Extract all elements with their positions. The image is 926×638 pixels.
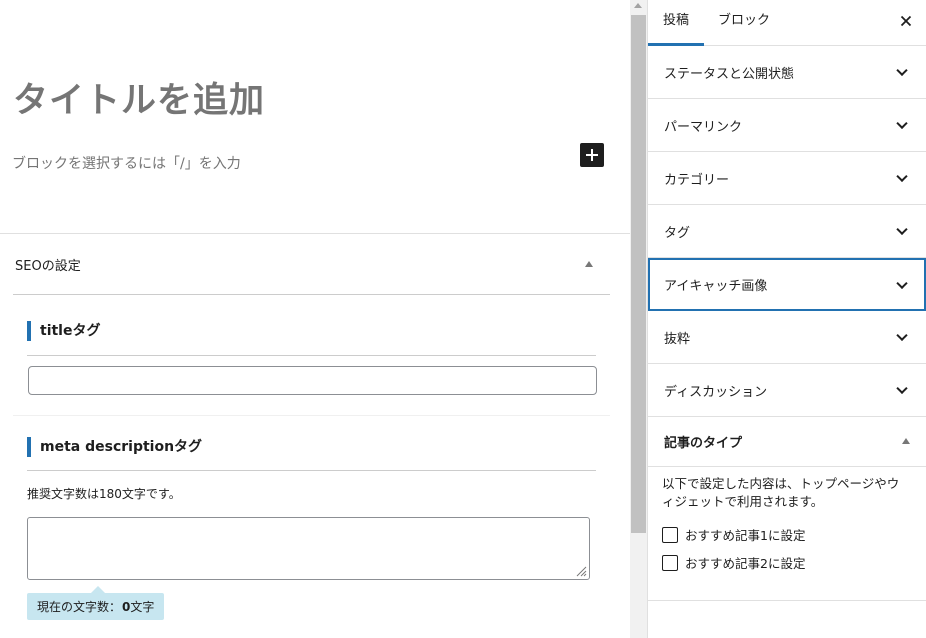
wordpress-editor: タイトルを追加 ブロックを選択するには「/」を入力 SEOの設定 titleタグ <box>0 0 926 638</box>
featured-1-option[interactable]: おすすめ記事1に設定 <box>662 525 910 544</box>
panel-label: パーマリンク <box>664 119 743 135</box>
panel-categories[interactable]: カテゴリー <box>648 152 926 205</box>
divider <box>27 355 596 356</box>
char-count-unit: 文字 <box>130 600 155 614</box>
panel-article-type-header[interactable]: 記事のタイプ <box>648 417 926 467</box>
featured-1-checkbox[interactable] <box>662 526 678 543</box>
featured-1-label[interactable]: おすすめ記事1に設定 <box>685 525 805 544</box>
meta-description-label: meta descriptionタグ <box>27 437 202 457</box>
panel-label: ディスカッション <box>664 384 768 400</box>
panel-featured-image[interactable]: アイキャッチ画像 <box>648 258 926 311</box>
chevron-down-icon <box>896 329 908 342</box>
panel-label: ステータスと公開状態 <box>664 66 795 82</box>
meta-boxes-area: SEOの設定 titleタグ meta descriptionタグ 推奨文字数は… <box>0 233 630 638</box>
add-block-button[interactable] <box>580 143 604 167</box>
editor-scrollbar[interactable] <box>630 0 647 638</box>
panel-label: 記事のタイプ <box>664 436 743 451</box>
seo-settings-box: SEOの設定 titleタグ meta descriptionタグ 推奨文字数は… <box>13 234 610 620</box>
featured-2-checkbox[interactable] <box>662 554 678 571</box>
plus-icon <box>586 149 598 161</box>
panel-label: 抜粋 <box>664 331 691 347</box>
chevron-down-icon <box>896 170 908 183</box>
chevron-down-icon <box>896 223 908 236</box>
title-tag-label: titleタグ <box>27 321 100 341</box>
panel-discussion[interactable]: ディスカッション <box>648 364 926 417</box>
article-type-description: 以下で設定した内容は、トップページやウィジェットで利用されます。 <box>662 476 900 509</box>
title-tag-input[interactable] <box>28 366 597 395</box>
panel-permalink[interactable]: パーマリンク <box>648 99 926 152</box>
char-count-label: 現在の文字数： <box>37 600 122 614</box>
chevron-down-icon <box>896 64 908 77</box>
editor-canvas: タイトルを追加 ブロックを選択するには「/」を入力 SEOの設定 titleタグ <box>0 0 630 638</box>
scrollbar-thumb[interactable] <box>631 15 646 533</box>
scroll-up-arrow-icon[interactable] <box>634 3 642 8</box>
settings-sidebar: 投稿 ブロック ステータスと公開状態 パーマリンク カテゴリー タグ アイキャッ… <box>647 0 926 638</box>
meta-description-hint: 推奨文字数は180文字です。 <box>27 487 181 501</box>
panel-label: タグ <box>664 225 691 241</box>
panel-label: アイキャッチ画像 <box>664 279 768 294</box>
meta-description-field: meta descriptionタグ 推奨文字数は180文字です。 現在の文字数… <box>13 417 610 638</box>
featured-2-label[interactable]: おすすめ記事2に設定 <box>685 553 805 572</box>
collapse-triangle-icon[interactable] <box>585 261 593 267</box>
meta-description-textarea[interactable] <box>27 517 590 580</box>
char-count-badge: 現在の文字数： 0 文字 <box>27 586 165 620</box>
chevron-down-icon <box>896 277 908 289</box>
sidebar-tabs: 投稿 ブロック <box>648 0 926 46</box>
panel-article-type-body: 以下で設定した内容は、トップページやウィジェットで利用されます。 おすすめ記事1… <box>648 467 926 601</box>
tab-block[interactable]: ブロック <box>718 0 770 46</box>
panel-status-visibility[interactable]: ステータスと公開状態 <box>648 46 926 99</box>
close-icon[interactable] <box>898 13 914 29</box>
chevron-down-icon <box>896 117 908 130</box>
panel-label: カテゴリー <box>664 172 730 188</box>
tab-post[interactable]: 投稿 <box>648 0 704 46</box>
resize-grip-icon[interactable] <box>576 566 587 577</box>
divider <box>27 470 596 471</box>
seo-settings-header[interactable]: SEOの設定 <box>13 234 610 295</box>
collapse-triangle-icon <box>902 438 910 444</box>
title-tag-field: titleタグ <box>13 296 610 416</box>
post-title-input[interactable]: タイトルを追加 <box>13 72 265 123</box>
panel-tags[interactable]: タグ <box>648 205 926 258</box>
char-count-value: 0 <box>122 599 131 614</box>
seo-settings-title: SEOの設定 <box>15 258 81 274</box>
block-appender[interactable]: ブロックを選択するには「/」を入力 <box>12 153 241 173</box>
panel-excerpt[interactable]: 抜粋 <box>648 311 926 364</box>
featured-2-option[interactable]: おすすめ記事2に設定 <box>662 553 910 572</box>
chevron-down-icon <box>896 382 908 395</box>
